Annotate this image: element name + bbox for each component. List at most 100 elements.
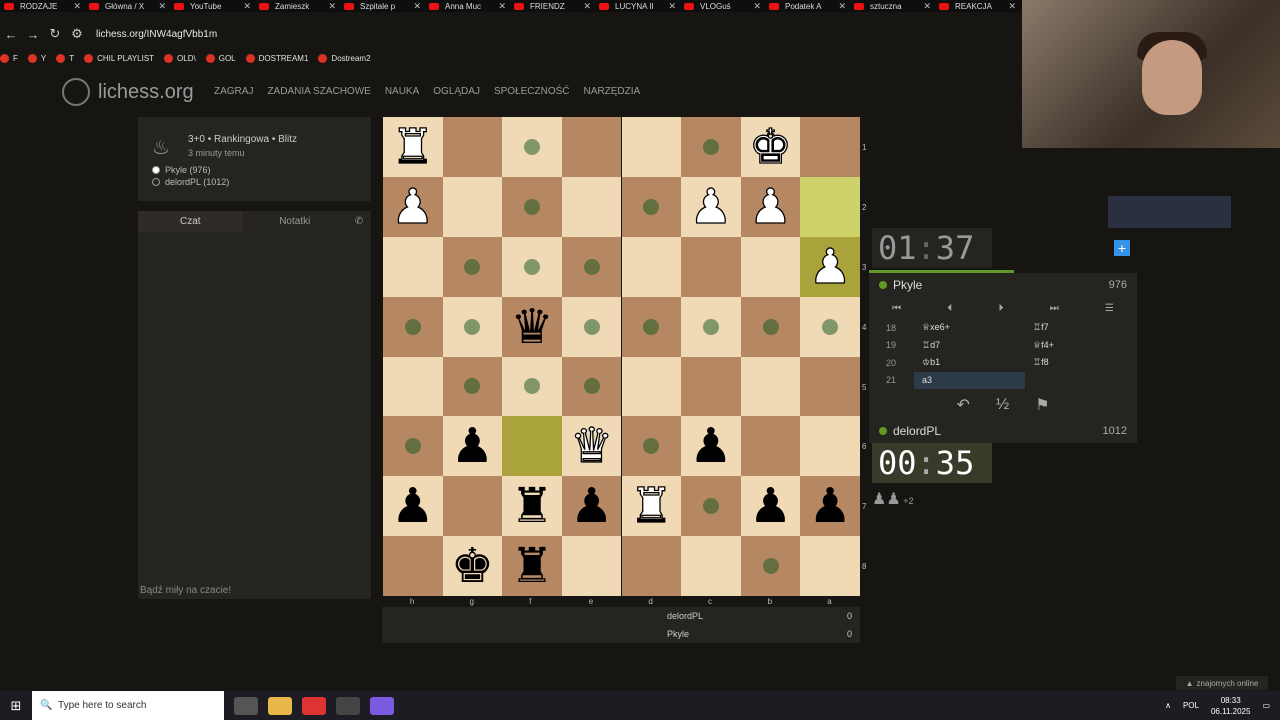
move-destination-dot[interactable]	[464, 258, 481, 275]
discord-icon[interactable]	[370, 696, 394, 715]
browser-tab[interactable]: Podatek A ✕	[765, 0, 850, 12]
browser-tab[interactable]: REAKCJA ✕	[935, 0, 1020, 12]
bookmark-item[interactable]: OLD\	[164, 53, 196, 63]
prev-move-icon[interactable]: ⏴	[947, 303, 952, 314]
black-player[interactable]: delordPL (1012)	[152, 177, 229, 187]
board-square[interactable]	[621, 296, 682, 357]
move-destination-dot[interactable]	[583, 318, 600, 335]
board-square[interactable]	[561, 356, 622, 417]
board-square[interactable]	[740, 356, 801, 417]
move-destination-dot[interactable]	[524, 138, 541, 155]
move-destination-dot[interactable]	[583, 258, 600, 275]
bookmark-item[interactable]: Dostream2	[318, 53, 371, 63]
draw-offer-icon[interactable]: ½	[996, 396, 1009, 414]
bottom-player-row[interactable]: delordPL 1012	[869, 419, 1137, 443]
top-player-row[interactable]: Pkyle 976	[869, 273, 1137, 297]
move-black[interactable]: ♖f7	[1025, 319, 1136, 337]
nav-item[interactable]: NARZĘDZIA	[584, 86, 641, 97]
move-destination-dot[interactable]	[404, 318, 421, 335]
browser-tab[interactable]: RODZAJE ✕	[0, 0, 85, 12]
black-pawn-icon[interactable]: ♟	[749, 482, 792, 530]
board-square[interactable]: ♛	[502, 296, 562, 357]
bookmark-item[interactable]: F	[0, 53, 18, 63]
black-queen-icon[interactable]: ♛	[511, 303, 554, 351]
move-destination-dot[interactable]	[762, 318, 779, 335]
site-info-icon[interactable]: ⚙	[66, 26, 88, 42]
white-pawn-icon[interactable]: ♟	[391, 182, 435, 231]
black-pawn-icon[interactable]: ♟	[689, 422, 732, 470]
friends-online[interactable]: ▲ znajomych online	[1176, 676, 1268, 690]
back-icon[interactable]: ←	[0, 27, 22, 42]
black-king-icon[interactable]: ♚	[451, 542, 494, 590]
board-square[interactable]	[621, 356, 682, 417]
browser-tab[interactable]: VLOGuś ✕	[680, 0, 765, 12]
board-square[interactable]	[442, 476, 503, 537]
first-move-icon[interactable]: ⏮	[892, 303, 901, 314]
board-square[interactable]	[502, 236, 562, 297]
board-square[interactable]: ♚	[740, 117, 801, 177]
move-destination-dot[interactable]	[822, 318, 839, 335]
move-destination-dot[interactable]	[702, 498, 719, 515]
lichess-logo[interactable]: lichess.org	[62, 78, 194, 106]
board-square[interactable]	[800, 176, 860, 237]
browser-tab[interactable]: FRIENDZ ✕	[510, 0, 595, 12]
board-square[interactable]	[561, 176, 622, 237]
move-destination-dot[interactable]	[524, 258, 541, 275]
move-destination-dot[interactable]	[583, 378, 600, 395]
board-square[interactable]	[740, 536, 801, 597]
nav-item[interactable]: ZAGRAJ	[214, 86, 253, 97]
board-square[interactable]	[502, 117, 562, 177]
black-pawn-icon[interactable]: ♟	[391, 482, 434, 530]
bookmark-item[interactable]: T	[56, 53, 74, 63]
black-pawn-icon[interactable]: ♟	[809, 482, 852, 530]
white-pawn-icon[interactable]: ♟	[748, 182, 792, 231]
nav-item[interactable]: OGLĄDAJ	[433, 86, 480, 97]
phone-icon[interactable]: ✆	[347, 211, 371, 232]
move-white[interactable]: ♖d7	[914, 337, 1025, 355]
board-square[interactable]	[442, 356, 503, 417]
move-destination-dot[interactable]	[762, 558, 779, 575]
board-square[interactable]: ♛	[561, 416, 622, 477]
menu-icon[interactable]: ☰	[1105, 303, 1114, 314]
board-square[interactable]: ♜	[502, 536, 562, 597]
board-square[interactable]	[740, 296, 801, 357]
board-square[interactable]: ♜	[621, 476, 682, 537]
tray-chevron-icon[interactable]: ∧	[1165, 701, 1171, 710]
tab-chat[interactable]: Czat	[138, 211, 243, 232]
board-square[interactable]	[561, 236, 622, 297]
board-square[interactable]	[800, 416, 860, 477]
windows-start-icon[interactable]: ⊞	[0, 698, 32, 714]
move-destination-dot[interactable]	[464, 318, 481, 335]
chat-input[interactable]: Bądź miły na czacie!	[140, 585, 231, 596]
add-icon[interactable]: +	[1114, 240, 1130, 256]
takeback-icon[interactable]: ↶	[956, 395, 969, 415]
board-square[interactable]	[561, 536, 622, 597]
move-destination-dot[interactable]	[702, 138, 719, 155]
white-rook-icon[interactable]: ♜	[391, 122, 435, 171]
move-destination-dot[interactable]	[404, 438, 421, 455]
board-square[interactable]	[383, 416, 443, 477]
board-square[interactable]: ♟	[740, 476, 801, 537]
nav-item[interactable]: NAUKA	[385, 86, 419, 97]
black-rook-icon[interactable]: ♜	[511, 482, 554, 530]
move-destination-dot[interactable]	[643, 318, 660, 335]
board-square[interactable]: ♟	[383, 176, 443, 237]
bookmark-item[interactable]: Y	[27, 53, 46, 63]
move-black[interactable]: ♖f8	[1025, 354, 1136, 372]
browser-tab[interactable]: LUCYNA II ✕	[595, 0, 680, 12]
browser-tab[interactable]: YouTube ✕	[170, 0, 255, 12]
board-square[interactable]	[442, 176, 503, 237]
move-white[interactable]: ♕xe6+	[914, 319, 1025, 337]
board-square[interactable]: ♟	[383, 476, 443, 537]
board-square[interactable]	[383, 536, 443, 597]
bookmark-item[interactable]: CHIL PLAYLIST	[84, 53, 154, 63]
white-pawn-icon[interactable]: ♟	[808, 242, 852, 291]
browser-tab[interactable]: sztuczna ✕	[850, 0, 935, 12]
board-square[interactable]: ♟	[681, 176, 741, 237]
notification-icon[interactable]: ▭	[1262, 701, 1270, 710]
black-pawn-icon[interactable]: ♟	[451, 422, 494, 470]
move-destination-dot[interactable]	[702, 318, 719, 335]
bookmark-item[interactable]: DOSTREAM1	[245, 53, 308, 63]
board-square[interactable]	[681, 476, 741, 537]
board-square[interactable]	[621, 416, 682, 477]
